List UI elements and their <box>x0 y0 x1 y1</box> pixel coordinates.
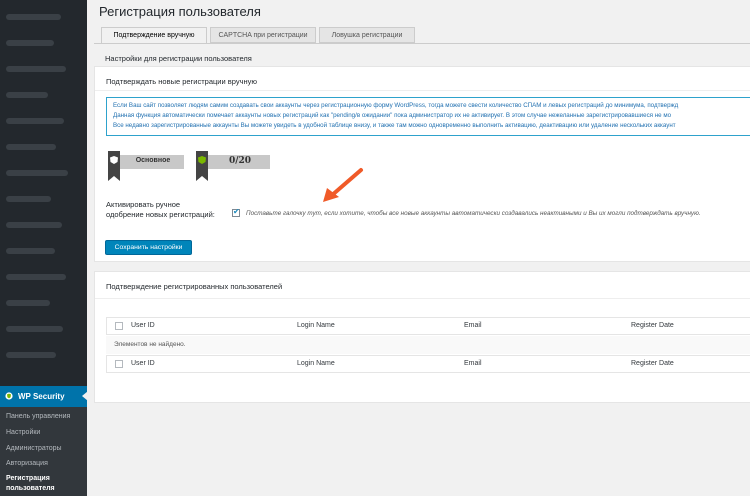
badge-basic-label: Основное <box>135 157 171 164</box>
submenu-item-settings[interactable]: Настройки <box>6 429 40 436</box>
checkmark-icon: ✔ <box>233 207 240 216</box>
red-arrow-annotation <box>323 168 363 202</box>
blurred-menu-item <box>6 66 66 72</box>
save-settings-button[interactable]: Сохранить настройки <box>105 240 192 255</box>
column-footer-register-date[interactable]: Register Date <box>631 360 674 367</box>
section-title: Настройки для регистрации пользователя <box>105 54 252 63</box>
column-header-user-id[interactable]: User ID <box>131 322 155 329</box>
info-line: Данная функция автоматически помечает ак… <box>113 112 672 119</box>
column-footer-login-name[interactable]: Login Name <box>297 360 335 367</box>
panel-divider <box>95 298 750 299</box>
table-header: User ID Login Name Email Register Date <box>106 317 750 335</box>
panel-divider <box>95 90 750 91</box>
shield-icon <box>5 392 13 400</box>
blurred-menu-item <box>6 196 51 202</box>
submenu-item-admins[interactable]: Администраторы <box>6 445 62 452</box>
blurred-menu-item <box>6 300 50 306</box>
info-line: Если Ваш сайт позволяет людям самим созд… <box>113 102 679 109</box>
badge-score-value: 0/20 <box>228 156 252 166</box>
blurred-menu-item <box>6 118 64 124</box>
manual-approval-panel: Подтверждать новые регистрации вручную Е… <box>94 66 750 262</box>
field-description: Поставьте галочку тут, если хотите, чтоб… <box>246 210 701 217</box>
blurred-menu-item <box>6 326 63 332</box>
blurred-menu-item <box>6 170 68 176</box>
page-title: Регистрация пользователя <box>99 4 261 19</box>
column-header-login-name[interactable]: Login Name <box>297 322 335 329</box>
info-box: Если Ваш сайт позволяет людям самим созд… <box>106 97 750 136</box>
blurred-menu-item <box>6 92 48 98</box>
column-header-email[interactable]: Email <box>464 322 482 329</box>
info-line: Все недавно зарегистрированные аккаунты … <box>113 122 676 129</box>
manual-approval-checkbox[interactable]: ✔ <box>232 207 240 217</box>
sidebar-item-label: WP Security <box>18 392 65 401</box>
select-all-checkbox[interactable] <box>115 360 123 368</box>
field-label: Активировать ручное одобрение новых реги… <box>106 200 215 219</box>
blurred-menu-item <box>6 40 54 46</box>
panel-heading: Подтверждать новые регистрации вручную <box>106 77 258 86</box>
registered-users-panel: Подтверждение регистрированных пользоват… <box>94 271 750 403</box>
select-all-checkbox[interactable] <box>115 322 123 330</box>
blurred-menu-item <box>6 274 66 280</box>
sidebar-item-wp-security[interactable]: WP Security <box>0 386 87 407</box>
tab-captcha[interactable]: CAPTCHA при регистрации <box>210 27 316 43</box>
submenu-item-user-registration[interactable]: Регистрация пользователя <box>6 474 76 494</box>
column-footer-email[interactable]: Email <box>464 360 482 367</box>
tab-honeypot[interactable]: Ловушка регистрации <box>319 27 415 43</box>
sidebar-submenu: Панель управления Настройки Администрато… <box>0 407 87 496</box>
blurred-menu-item <box>6 248 55 254</box>
blurred-menu-item <box>6 222 62 228</box>
tab-manual-approval[interactable]: Подтверждение вручную <box>101 27 207 44</box>
main-content: Регистрация пользователя Подтверждение в… <box>87 0 750 496</box>
blurred-menu-item <box>6 144 56 150</box>
panel-heading: Подтверждение регистрированных пользоват… <box>106 282 283 291</box>
submenu-item-login[interactable]: Авторизация <box>6 460 48 467</box>
tab-divider <box>94 43 750 44</box>
column-footer-user-id[interactable]: User ID <box>131 360 155 367</box>
empty-table-message: Элементов не найдено. <box>106 336 750 354</box>
table-footer: User ID Login Name Email Register Date <box>106 355 750 373</box>
blurred-menu-item <box>6 352 56 358</box>
column-header-register-date[interactable]: Register Date <box>631 322 674 329</box>
submenu-item-dashboard[interactable]: Панель управления <box>6 413 70 420</box>
admin-sidebar: WP Security Панель управления Настройки … <box>0 0 87 496</box>
blurred-menu-item <box>6 14 61 20</box>
